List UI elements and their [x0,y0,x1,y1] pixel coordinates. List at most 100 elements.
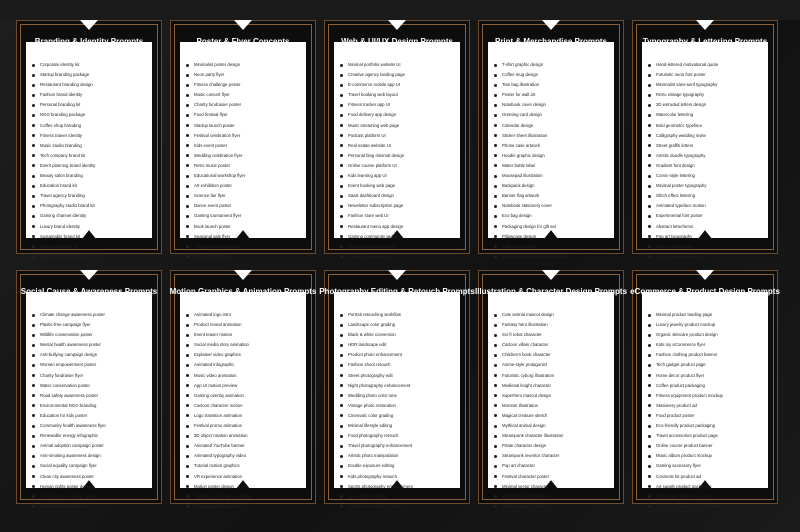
list-item-text: Steampunk character illustration [502,433,564,439]
list-item-text: Marketing campaign animation [194,493,253,499]
list-item-text: Minimal vector character [502,483,549,489]
list-item: Luxury jewelry product mockup [648,320,764,330]
list-item-text: Fantasy mage character [502,503,549,509]
bullet-icon [648,384,651,388]
bullet-icon [648,333,651,337]
prompt-list: Minimal portfolio website UI Creative age… [340,60,456,262]
list-item-text: Book launch poster [194,223,231,229]
prompt-card: Social Cause & Awareness Prompts Climate … [16,270,162,509]
list-item: Magical creature sketch [494,411,610,421]
list-item-text: Packaging design for gift set [502,223,556,229]
list-item-text: Water conservation poster [40,382,90,388]
bullet-icon [32,343,35,347]
bullet-icon [494,384,497,388]
list-item: Creative agency landing page [340,70,456,80]
list-item: Human rights poster design [32,482,148,492]
bullet-icon [186,225,189,229]
list-item: Travel promotion poster [186,242,302,252]
list-item-text: Food festival flyer [194,112,228,118]
bullet-icon [186,414,189,418]
list-item: Finance tracking app UI [340,252,456,262]
list-item: Coffee mug design [494,70,610,80]
bullet-icon [340,313,343,317]
list-item-text: Eco bag design [502,213,532,219]
list-item: Education brand kit [32,181,148,191]
list-item: Travel accessories product page [648,431,764,441]
list-item-text: Fashion brand identity [40,92,83,98]
list-item-text: Finance tracking app UI [348,253,394,259]
list-item: Minimal product landing page [648,310,764,320]
list-item-text: Glitch effect lettering [656,193,696,199]
list-item: Hand-lettered motivational quote [648,60,764,70]
bullet-icon [32,364,35,368]
list-item-text: Hand-lettered motivational quote [656,62,719,67]
list-item-text: Fitness tracker app UI [348,102,391,108]
list-item-text: Tech company brand kit [40,152,86,158]
list-item-text: Phone case artwork [502,142,540,148]
bullet-icon [340,134,343,138]
list-item-text: Pop art typography [656,233,693,239]
list-item-text: Coffee mug design [502,72,538,78]
list-item-text: Backpack design [502,183,535,189]
list-item: Online course product banner [648,441,764,451]
list-item: Fantasy mage character [494,502,610,512]
list-item-text: Startup branding package [40,72,90,78]
bullet-icon [648,394,651,398]
list-item: Futuristic cyborg illustration [494,371,610,381]
list-item: Animated infographic [186,360,302,370]
list-item: Beauty salon branding [32,171,148,181]
list-item: Steampunk inventor character [494,451,610,461]
prompt-card: Web & UI/UX Design Prompts Minimal portfo… [324,20,470,259]
bullet-icon [32,424,35,428]
bullet-icon [32,83,35,87]
list-item-text: Podcast platform UI [348,132,386,138]
list-item: Fashion clothing product banner [648,350,764,360]
bullet-icon [648,495,651,499]
list-item-text: Gaming community website [348,233,401,239]
list-item: Renewable energy infographic [32,431,148,441]
bullet-icon [494,313,497,317]
list-item-text: Art exhibition poster [194,183,232,189]
list-item: Seasonal sale flyer [186,232,302,242]
prompt-list: Corporate identity kit Startup branding p… [32,60,148,262]
list-item-text: Greeting card design [502,112,542,118]
list-item-text: Photography studio brand kit [40,203,95,209]
list-item: Food delivery app design [340,110,456,120]
list-item-text: Sustainable product brand kit [656,493,712,499]
list-item-text: Seasonal sale flyer [194,233,231,239]
bullet-icon [648,444,651,448]
list-item-text: Travel booking web layout [348,92,398,98]
bullet-icon [340,454,343,458]
bullet-icon [32,255,35,259]
list-item: Dance event poster [186,201,302,211]
list-item-text: App UI motion preview [194,382,238,388]
list-item: Gradient font design [648,161,764,171]
list-item: Food photography retouch [340,431,456,441]
list-item: Greeting card design [494,110,610,120]
card-title: Illustration & Character Design Prompts [474,286,628,296]
bullet-icon [648,184,651,188]
list-item-text: Tutorial motion graphics [194,463,240,469]
list-item: Music concert flyer [186,90,302,100]
list-item-text: Minimalist poster design [194,62,241,67]
bullet-icon [186,343,189,347]
bullet-icon [648,313,651,317]
bullet-icon [186,154,189,158]
list-item: Festival character poster [494,472,610,482]
list-item-text: Stationery product ad [656,402,697,408]
list-item-text: Luxury jewelry product mockup [656,322,716,328]
list-item: Travel booking web layout [340,90,456,100]
list-item: Corporate identity kit [32,60,148,70]
bullet-icon [648,475,651,479]
bullet-icon [494,204,497,208]
bullet-icon [186,214,189,218]
bullet-icon [494,505,497,509]
list-item: Photography studio brand kit [32,201,148,211]
bullet-icon [494,114,497,118]
bullet-icon [340,353,343,357]
list-item: Minimal branding kit [32,242,148,252]
list-item-text: HDR landscape edit [348,342,387,348]
list-item: VR experience animation [186,472,302,482]
list-item: Plastic-free campaign flyer [32,320,148,330]
list-item: Beauty products shop UI [340,242,456,252]
